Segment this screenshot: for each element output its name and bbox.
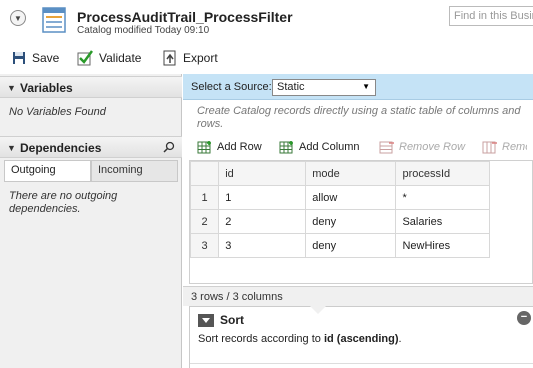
- sort-section: Sort Sort records according to id (ascen…: [189, 306, 533, 368]
- remove-step-icon[interactable]: −: [517, 311, 531, 325]
- table-row[interactable]: 3 3 deny NewHires: [189, 233, 490, 258]
- collapse-toggle-icon[interactable]: [198, 313, 214, 327]
- sort-description: Sort records according to id (ascending)…: [198, 333, 402, 345]
- connector-notch: [310, 306, 326, 314]
- dependencies-section-header[interactable]: ▼ Dependencies: [0, 136, 182, 158]
- add-row-label: Add Row: [217, 141, 262, 153]
- search-icon[interactable]: [163, 141, 175, 153]
- cell-processid[interactable]: NewHires: [395, 233, 490, 258]
- table-row[interactable]: 1 1 allow *: [189, 185, 490, 210]
- left-panel: ▼ Variables No Variables Found ▼ Depende…: [0, 74, 182, 368]
- variables-section-header[interactable]: ▼ Variables: [0, 76, 182, 98]
- source-select-value: Static: [277, 81, 305, 93]
- export-label: Export: [183, 51, 218, 65]
- add-column-label: Add Column: [299, 141, 360, 153]
- dropdown-arrow-icon: ▼: [362, 82, 370, 91]
- column-header-id[interactable]: id: [218, 161, 307, 186]
- sort-suffix: .: [398, 333, 402, 345]
- cell-processid[interactable]: *: [395, 185, 490, 210]
- table-header-row: id mode processId: [189, 161, 490, 186]
- remove-column-icon: [482, 141, 497, 154]
- validate-button[interactable]: Validate: [77, 49, 141, 67]
- main-panel: Select a Source: Static ▼ Create Catalog…: [183, 74, 533, 368]
- remove-row-label: Remove Row: [399, 141, 466, 153]
- search-input[interactable]: Find in this Business: [449, 6, 533, 26]
- divider: [190, 363, 533, 364]
- tab-incoming[interactable]: Incoming: [91, 160, 178, 181]
- cell-id[interactable]: 1: [218, 185, 307, 210]
- add-column-icon: [279, 141, 293, 154]
- table-status: 3 rows / 3 columns: [183, 286, 533, 306]
- source-description: Create Catalog records directly using a …: [197, 105, 521, 130]
- dependencies-tabs: Outgoing Incoming: [4, 160, 178, 181]
- variables-title: Variables: [20, 81, 73, 95]
- collapse-chevron-icon[interactable]: ▼: [10, 10, 26, 26]
- cell-mode[interactable]: deny: [305, 233, 397, 258]
- remove-row-icon: [379, 141, 394, 154]
- row-number-header: [189, 161, 220, 186]
- export-button[interactable]: Export: [163, 49, 218, 67]
- sort-title: Sort: [220, 313, 244, 327]
- data-table: id mode processId 1 1 allow * 2 2 deny S…: [189, 160, 533, 284]
- outgoing-empty-line2: dependencies.: [9, 203, 81, 215]
- variables-empty-text: No Variables Found: [9, 106, 106, 118]
- column-header-processid[interactable]: processId: [395, 161, 490, 186]
- header: ▼ ProcessAuditTrail_ProcessFilter Catalo…: [0, 0, 533, 44]
- catalog-icon: [42, 7, 66, 33]
- collapse-arrow-icon: ▼: [7, 143, 16, 153]
- remove-row-button[interactable]: Remove Row: [379, 140, 465, 154]
- export-icon: [163, 50, 176, 66]
- source-bar: Select a Source: Static ▼: [183, 74, 533, 100]
- remove-column-label: Remove Column: [502, 141, 527, 153]
- save-button[interactable]: Save: [12, 49, 59, 67]
- remove-column-button[interactable]: Remove Column: [482, 140, 527, 154]
- toolbar: Save Validate Export: [0, 46, 533, 70]
- sort-prefix: Sort records according to: [198, 333, 324, 345]
- row-number: 3: [189, 233, 220, 258]
- checkmark-icon: [77, 50, 93, 66]
- outgoing-tab-panel: There are no outgoing dependencies.: [4, 181, 178, 291]
- cell-processid[interactable]: Salaries: [395, 209, 490, 234]
- outgoing-empty-line1: There are no outgoing: [9, 190, 118, 202]
- cell-mode[interactable]: deny: [305, 209, 397, 234]
- modified-timestamp: Catalog modified Today 09:10: [77, 25, 210, 36]
- page-title: ProcessAuditTrail_ProcessFilter: [77, 9, 293, 25]
- add-row-button[interactable]: Add Row: [197, 140, 262, 154]
- sort-header[interactable]: Sort: [198, 313, 244, 327]
- add-row-icon: [197, 141, 211, 154]
- tab-outgoing[interactable]: Outgoing: [4, 160, 91, 181]
- source-label: Select a Source:: [191, 81, 272, 93]
- cell-id[interactable]: 2: [218, 209, 307, 234]
- column-header-mode[interactable]: mode: [305, 161, 397, 186]
- grid-toolbar: Add Row Add Column Remove Row Rem: [183, 136, 533, 160]
- add-column-button[interactable]: Add Column: [279, 140, 360, 154]
- dependencies-title: Dependencies: [20, 141, 102, 155]
- row-number: 1: [189, 185, 220, 210]
- validate-label: Validate: [99, 51, 142, 65]
- cell-id[interactable]: 3: [218, 233, 307, 258]
- sort-field: id (ascending): [323, 333, 399, 345]
- floppy-disk-icon: [13, 52, 25, 64]
- table-row[interactable]: 2 2 deny Salaries: [189, 209, 490, 234]
- collapse-arrow-icon: ▼: [7, 83, 16, 93]
- row-number: 2: [189, 209, 220, 234]
- source-select[interactable]: Static ▼: [272, 79, 376, 96]
- cell-mode[interactable]: allow: [305, 185, 397, 210]
- save-label: Save: [32, 51, 60, 65]
